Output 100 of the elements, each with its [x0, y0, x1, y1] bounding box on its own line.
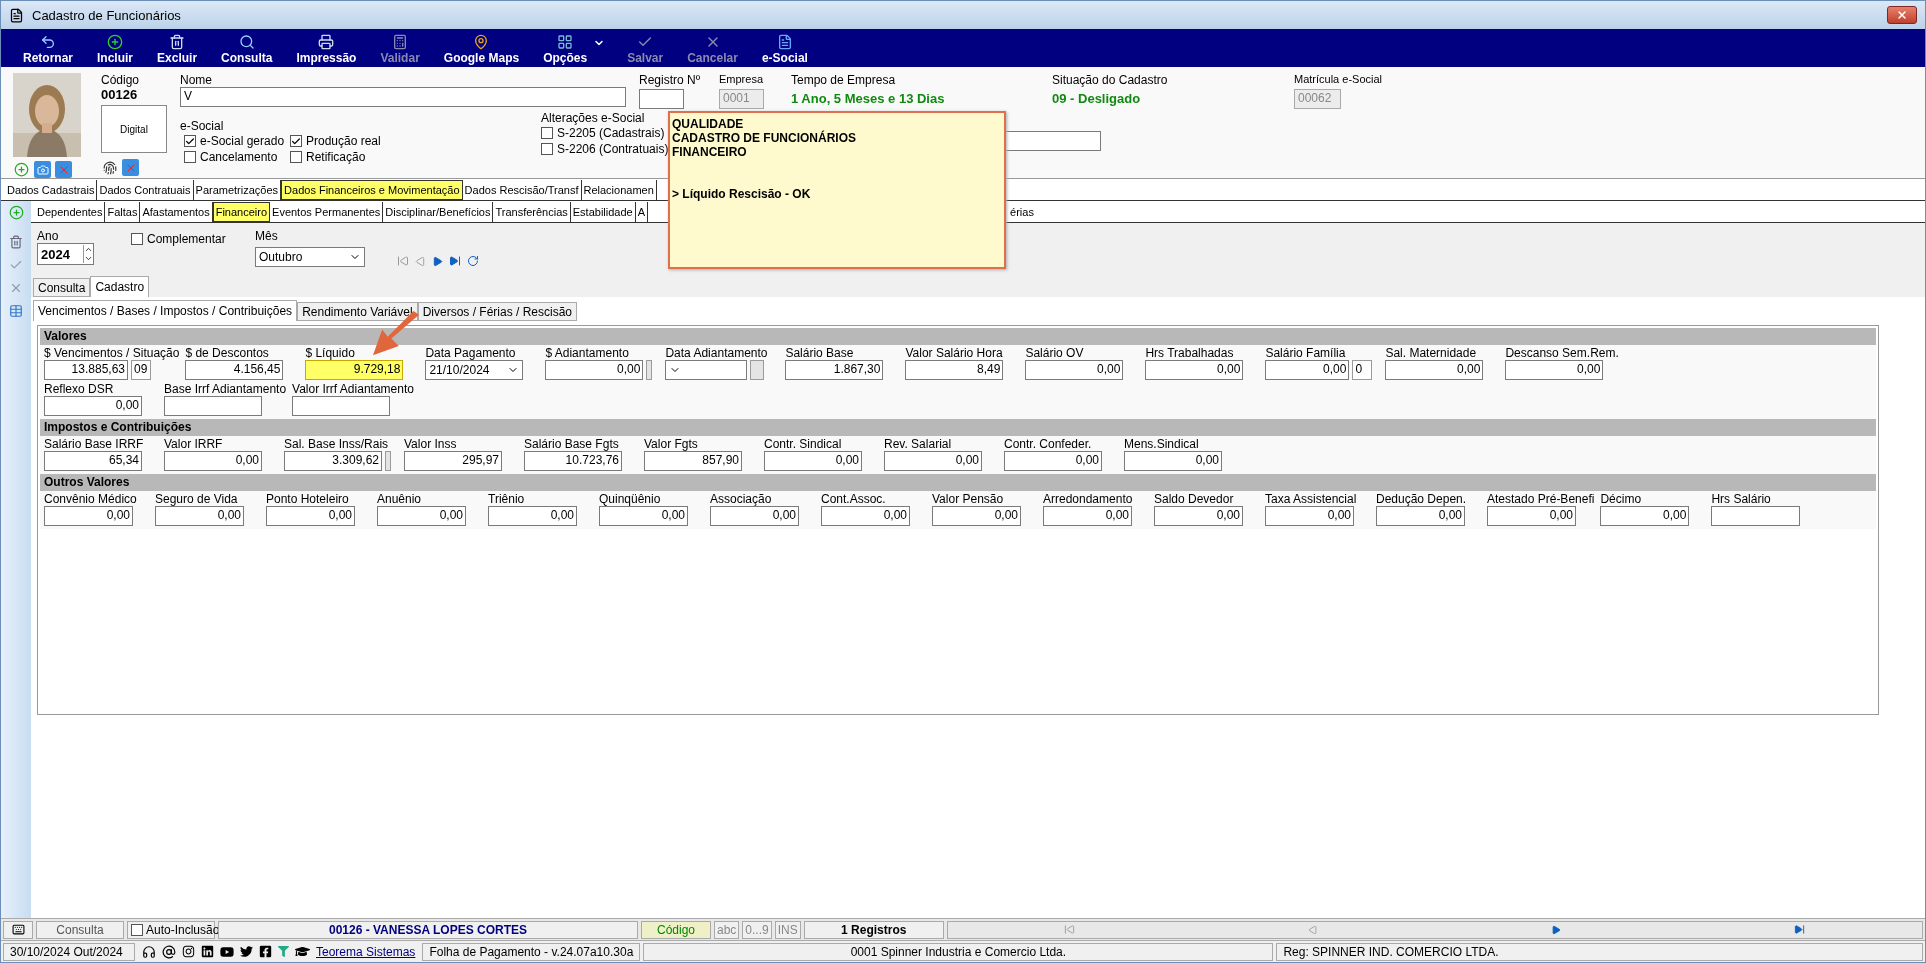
- input-field[interactable]: 295,97: [404, 451, 502, 471]
- toolbar-button[interactable]: e-Social: [749, 34, 820, 65]
- input-field[interactable]: 0,00: [821, 506, 910, 526]
- input-field[interactable]: 0,00: [1487, 506, 1576, 526]
- tab[interactable]: Diversos / Férias / Rescisão: [417, 302, 577, 321]
- tab[interactable]: Estabilidade: [570, 201, 636, 222]
- input-field[interactable]: 0,00: [932, 506, 1021, 526]
- input-field[interactable]: [639, 89, 684, 109]
- date-dropdown[interactable]: [665, 360, 748, 380]
- input-field[interactable]: 0,00: [1043, 506, 1132, 526]
- input-field[interactable]: 13.885,63: [44, 360, 128, 380]
- input-field[interactable]: 0,00: [155, 506, 244, 526]
- tab[interactable]: Dados Cadastrais: [5, 179, 98, 200]
- input-field[interactable]: 0,00: [1145, 360, 1244, 380]
- month-dropdown[interactable]: Outubro: [255, 247, 365, 267]
- headset-icon[interactable]: [142, 944, 156, 959]
- input-field[interactable]: 0,00: [266, 506, 355, 526]
- last-icon[interactable]: [449, 255, 461, 267]
- toolbar-button[interactable]: Excluir: [145, 34, 210, 65]
- input-field[interactable]: 0,00: [377, 506, 466, 526]
- website-link[interactable]: Teorema Sistemas: [316, 944, 416, 959]
- checkbox[interactable]: [541, 143, 553, 155]
- year-spinner[interactable]: 2024: [37, 243, 94, 265]
- small-button[interactable]: [750, 360, 765, 380]
- input-field[interactable]: 0,00: [488, 506, 577, 526]
- input-field[interactable]: 0,00: [1154, 506, 1243, 526]
- refresh-icon[interactable]: [467, 255, 479, 267]
- input-field[interactable]: [1711, 506, 1801, 526]
- filter-icon[interactable]: [278, 946, 289, 957]
- input-field[interactable]: 10.723,76: [524, 451, 622, 471]
- small-button[interactable]: [646, 360, 653, 380]
- graduation-cap-icon[interactable]: [295, 944, 310, 959]
- tab[interactable]: Transferências: [493, 201, 571, 222]
- checkbox[interactable]: [541, 127, 553, 139]
- tab[interactable]: A: [635, 201, 649, 222]
- tab[interactable]: Disciplinar/Benefícios: [383, 201, 494, 222]
- checkbox[interactable]: [184, 135, 196, 147]
- tab[interactable]: érias: [1008, 201, 1036, 222]
- checkbox[interactable]: [184, 151, 196, 163]
- tab[interactable]: Dados Financeiros e Movimentação: [281, 179, 463, 200]
- add-icon[interactable]: [13, 161, 30, 178]
- input-field[interactable]: 0,00: [545, 360, 644, 380]
- tab[interactable]: Cadastro: [90, 276, 150, 297]
- checkbox[interactable]: [290, 151, 302, 163]
- input-field[interactable]: 0,00: [1124, 451, 1222, 471]
- date-dropdown[interactable]: 21/10/2024: [425, 360, 524, 380]
- input-field[interactable]: 0,00: [44, 506, 133, 526]
- tab[interactable]: Dados Contratuais: [97, 179, 194, 200]
- input-field[interactable]: 0,00: [884, 451, 982, 471]
- camera-icon[interactable]: [34, 161, 51, 178]
- input-field[interactable]: 1.867,30: [785, 360, 884, 380]
- toolbar-button[interactable]: Opções: [531, 34, 600, 65]
- twitter-icon[interactable]: [240, 945, 253, 958]
- tab[interactable]: Dados Rescisão/Transf: [462, 179, 582, 200]
- last-icon[interactable]: [1794, 924, 1806, 935]
- tab[interactable]: Dependentes: [35, 201, 106, 222]
- code-field[interactable]: 0: [1352, 360, 1373, 380]
- tab[interactable]: Consulta: [33, 278, 91, 297]
- input-field[interactable]: 0,00: [1385, 360, 1484, 380]
- input-field[interactable]: 3.309,62: [284, 451, 382, 471]
- tab[interactable]: Relacionamen: [581, 179, 657, 200]
- tab[interactable]: Rendimento Variável: [297, 302, 418, 321]
- input-field[interactable]: 0,00: [1505, 360, 1604, 380]
- toolbar-button[interactable]: Incluir: [85, 34, 146, 65]
- linkedin-icon[interactable]: [201, 945, 214, 958]
- input-field[interactable]: 0,00: [1004, 451, 1102, 471]
- close-button[interactable]: [1887, 6, 1917, 24]
- input-field[interactable]: [164, 396, 262, 416]
- checkbox[interactable]: [131, 923, 143, 936]
- toolbar-button[interactable]: Retornar: [11, 34, 85, 65]
- input-field[interactable]: 65,34: [44, 451, 142, 471]
- tab[interactable]: Financeiro: [212, 201, 271, 222]
- input-field[interactable]: 9.729,18: [305, 360, 404, 380]
- input-field[interactable]: 0,00: [44, 396, 142, 416]
- input-field[interactable]: 0,00: [1265, 360, 1350, 380]
- input-field[interactable]: 0,00: [1265, 506, 1354, 526]
- input-field[interactable]: 8,49: [905, 360, 1004, 380]
- input-field[interactable]: 0,00: [164, 451, 262, 471]
- input-field[interactable]: 0,00: [764, 451, 862, 471]
- toolbar-button[interactable]: Impressão: [284, 34, 369, 65]
- fingerprint-icon[interactable]: [101, 159, 118, 176]
- name-field[interactable]: V: [180, 87, 626, 107]
- add-icon[interactable]: [7, 204, 25, 221]
- tab[interactable]: Eventos Permanentes: [270, 201, 384, 222]
- tab[interactable]: Afastamentos: [140, 201, 213, 222]
- email-icon[interactable]: [162, 944, 176, 959]
- input-field[interactable]: [292, 396, 391, 416]
- toolbar-button[interactable]: Google Maps: [431, 34, 532, 65]
- next-icon[interactable]: [1551, 924, 1562, 935]
- keyboard-icon[interactable]: [3, 920, 33, 939]
- input-field[interactable]: 4.156,45: [185, 360, 284, 380]
- table-icon[interactable]: [7, 302, 25, 319]
- youtube-icon[interactable]: [220, 944, 234, 959]
- tab[interactable]: Faltas: [105, 201, 141, 222]
- trash-icon[interactable]: [7, 233, 25, 250]
- facebook-icon[interactable]: [259, 945, 272, 958]
- checkbox[interactable]: [290, 135, 302, 147]
- input-field[interactable]: 0,00: [710, 506, 799, 526]
- input-field[interactable]: 0,00: [1600, 506, 1690, 526]
- input-field[interactable]: 0,00: [1025, 360, 1124, 380]
